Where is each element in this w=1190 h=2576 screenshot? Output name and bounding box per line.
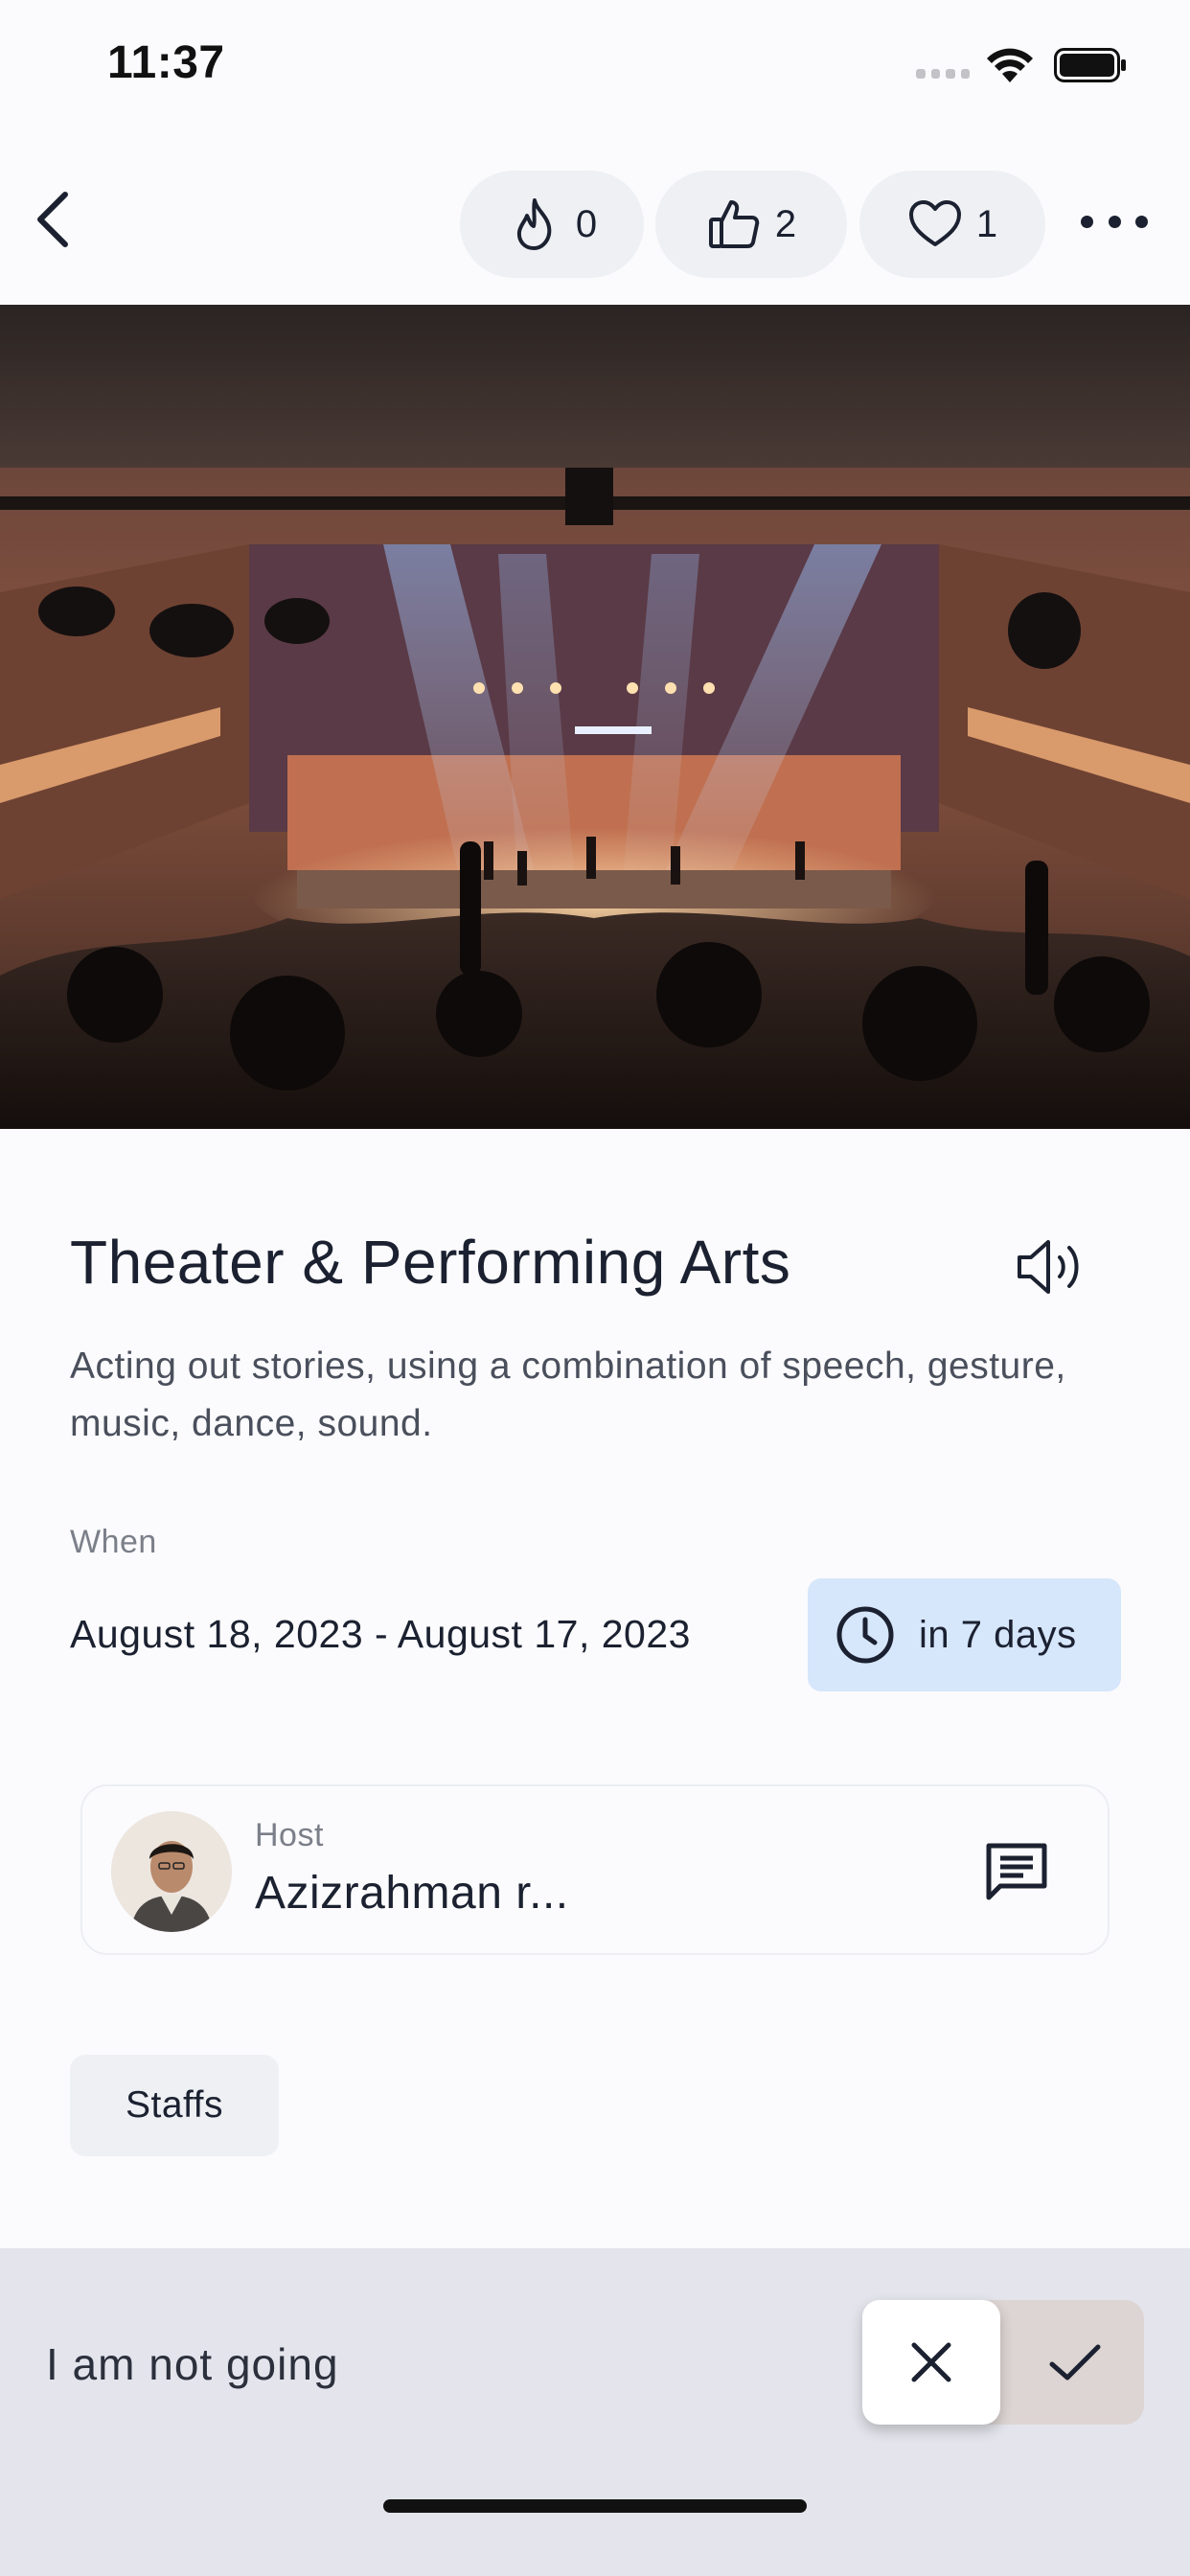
speaker-icon[interactable]	[1014, 1234, 1087, 1300]
rsvp-toggle	[862, 2300, 1144, 2425]
more-options-icon[interactable]	[1081, 202, 1148, 241]
fire-icon	[516, 198, 552, 250]
host-card[interactable]: Host Azizrahman r...	[80, 1784, 1110, 1955]
wifi-icon	[987, 48, 1033, 82]
heart-icon	[908, 200, 961, 246]
like-count: 2	[774, 202, 797, 245]
love-reaction-button[interactable]: 1	[859, 171, 1045, 278]
cellular-signal-icon	[916, 69, 970, 79]
fire-count: 0	[575, 202, 598, 245]
fire-reaction-button[interactable]: 0	[460, 171, 644, 278]
not-going-button[interactable]	[862, 2300, 1000, 2425]
event-cover-image	[0, 305, 1190, 1129]
host-label: Host	[255, 1817, 324, 1853]
status-time: 11:37	[107, 37, 225, 88]
status-bar: 11:37	[0, 0, 1190, 129]
chevron-left-icon	[37, 192, 68, 247]
love-count: 1	[975, 202, 998, 245]
host-name: Azizrahman r...	[255, 1868, 569, 1919]
countdown-badge: in 7 days	[808, 1578, 1121, 1691]
staffs-button[interactable]: Staffs	[70, 2055, 279, 2156]
rsvp-status-text: I am not going	[46, 2339, 339, 2389]
event-date-range: August 18, 2023 - August 17, 2023	[70, 1612, 691, 1656]
when-label: When	[70, 1524, 157, 1560]
rsvp-bar: I am not going	[0, 2248, 1190, 2576]
message-icon[interactable]	[979, 1834, 1054, 1909]
event-description: Acting out stories, using a combination …	[70, 1346, 1066, 1444]
home-indicator	[383, 2499, 807, 2513]
battery-icon	[1054, 48, 1126, 82]
check-icon	[1049, 2344, 1101, 2380]
close-icon	[911, 2342, 951, 2382]
clock-icon	[836, 1606, 894, 1664]
host-avatar	[111, 1811, 232, 1932]
back-button[interactable]	[21, 187, 86, 252]
thumbs-up-icon	[708, 200, 760, 248]
going-button[interactable]	[1006, 2300, 1144, 2425]
like-reaction-button[interactable]: 2	[655, 171, 847, 278]
event-title: Theater & Performing Arts	[70, 1228, 791, 1297]
countdown-text: in 7 days	[919, 1613, 1077, 1656]
top-nav: 0 2 1	[0, 129, 1190, 305]
